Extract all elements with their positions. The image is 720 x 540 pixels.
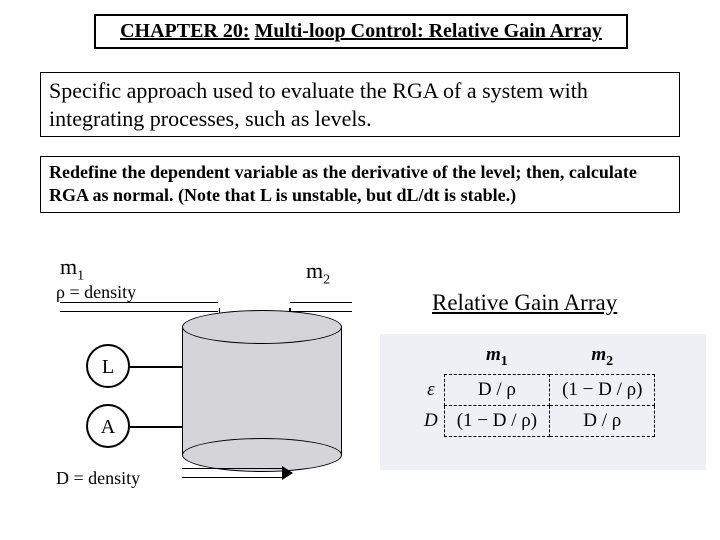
tank-body xyxy=(182,327,342,455)
node-A: A xyxy=(86,404,130,448)
rga-col-m2: m2 xyxy=(550,340,655,374)
tank-top-ellipse xyxy=(182,310,342,344)
chapter-title-box: CHAPTER 20: Multi-loop Control: Relative… xyxy=(94,14,628,49)
rga-col-m1: m1 xyxy=(444,340,549,374)
outflow-pipe xyxy=(182,468,282,478)
rga-cell-22: D / ρ xyxy=(550,405,655,436)
redefine-text: Redefine the dependent variable as the d… xyxy=(49,162,637,205)
approach-box: Specific approach used to evaluate the R… xyxy=(40,72,680,137)
inflow-pipe-2 xyxy=(290,302,352,312)
rga-matrix: m1 m2 ε D / ρ (1 − D / ρ) D (1 − D / ρ) … xyxy=(412,340,655,437)
connector-L xyxy=(130,366,182,368)
redefine-box: Redefine the dependent variable as the d… xyxy=(40,156,680,213)
rga-cell-21: (1 − D / ρ) xyxy=(444,405,549,436)
label-m1: m1 xyxy=(60,254,84,284)
rga-panel: m1 m2 ε D / ρ (1 − D / ρ) D (1 − D / ρ) … xyxy=(380,334,706,470)
rga-row-eps: ε xyxy=(412,374,444,405)
rga-cell-11: D / ρ xyxy=(444,374,549,405)
label-D-density: D = density xyxy=(56,468,140,489)
connector-A xyxy=(130,426,182,428)
label-m2: m2 xyxy=(306,258,330,288)
chapter-number: CHAPTER 20: xyxy=(120,20,249,42)
outflow-arrow-icon xyxy=(282,466,293,480)
approach-text: Specific approach used to evaluate the R… xyxy=(49,78,588,131)
chapter-title: Multi-loop Control: Relative Gain Array xyxy=(255,20,602,42)
label-rho-density: ρ = density xyxy=(56,282,136,303)
inflow-pipe-1 xyxy=(60,302,218,312)
rga-title: Relative Gain Array xyxy=(432,290,617,316)
tank-bottom-ellipse xyxy=(182,438,342,472)
rga-cell-12: (1 − D / ρ) xyxy=(550,374,655,405)
rga-row-D: D xyxy=(412,405,444,436)
node-L: L xyxy=(86,344,130,388)
